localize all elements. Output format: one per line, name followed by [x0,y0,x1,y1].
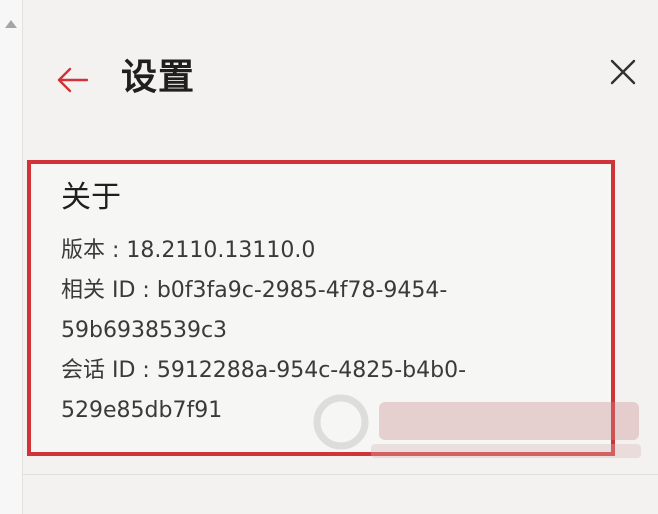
scrollbar[interactable] [0,0,23,514]
settings-header: 设置 [23,40,658,120]
close-button[interactable] [607,56,639,88]
arrow-left-icon [53,60,93,100]
session-id-text-cont: 529e85db7f91 [61,398,223,423]
settings-panel: 设置 关于 版本 : 18.2110.13110.0 相关 ID : b0f3f… [23,0,658,514]
session-id-text: 会话 ID : 5912288a-954c-4825-b4b0- [61,358,467,383]
back-button[interactable] [53,60,93,100]
about-section: 关于 版本 : 18.2110.13110.0 相关 ID : b0f3fa9c… [27,160,615,456]
close-icon [607,59,639,92]
about-title: 关于 [61,180,121,215]
correlation-id-text: 相关 ID : b0f3fa9c-2985-4f78-9454- [61,278,448,303]
correlation-id-text-cont: 59b6938539c3 [61,318,228,343]
page-title: 设置 [121,57,196,98]
divider [23,474,658,475]
triangle-up-icon[interactable] [5,20,17,28]
version-text: 版本 : 18.2110.13110.0 [61,238,316,263]
